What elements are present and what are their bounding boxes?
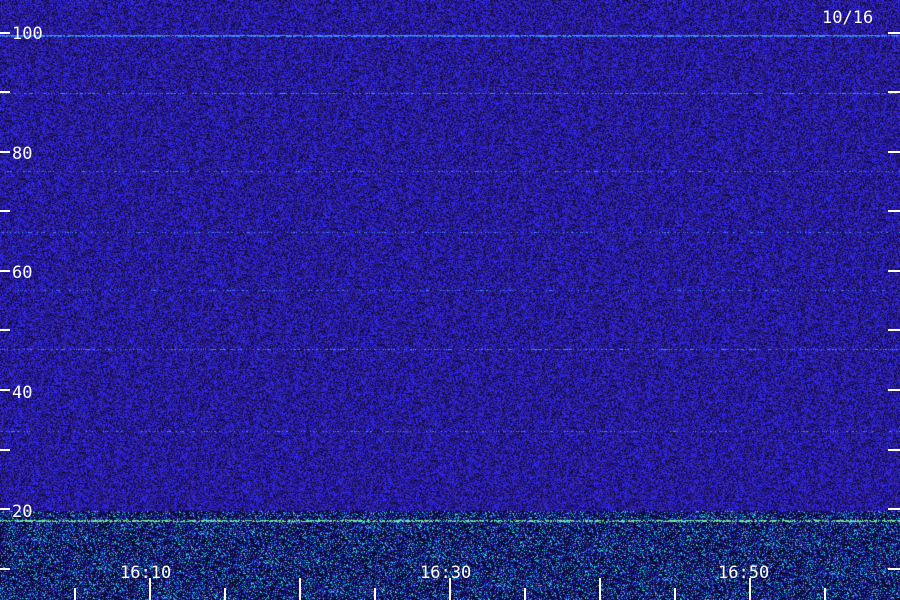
axis-overlay: 10/16 100 80 60 40 20 16:10 16:30 16:50 — [0, 8, 900, 600]
x-label-1650: 16:50 — [718, 563, 769, 583]
date-label: 10/16 — [822, 8, 873, 28]
y-label-100: 100 — [12, 24, 43, 44]
y-label-60: 60 — [12, 263, 32, 283]
spectrogram-view: 10/16 100 80 60 40 20 16:10 16:30 16:50 — [0, 0, 900, 600]
y-label-20: 20 — [12, 502, 32, 522]
y-label-40: 40 — [12, 383, 32, 403]
right-axis-ticks — [888, 32, 900, 570]
y-label-80: 80 — [12, 144, 32, 164]
x-label-1610: 16:10 — [120, 563, 171, 583]
x-label-1630: 16:30 — [420, 563, 471, 583]
left-axis-ticks — [0, 32, 10, 570]
